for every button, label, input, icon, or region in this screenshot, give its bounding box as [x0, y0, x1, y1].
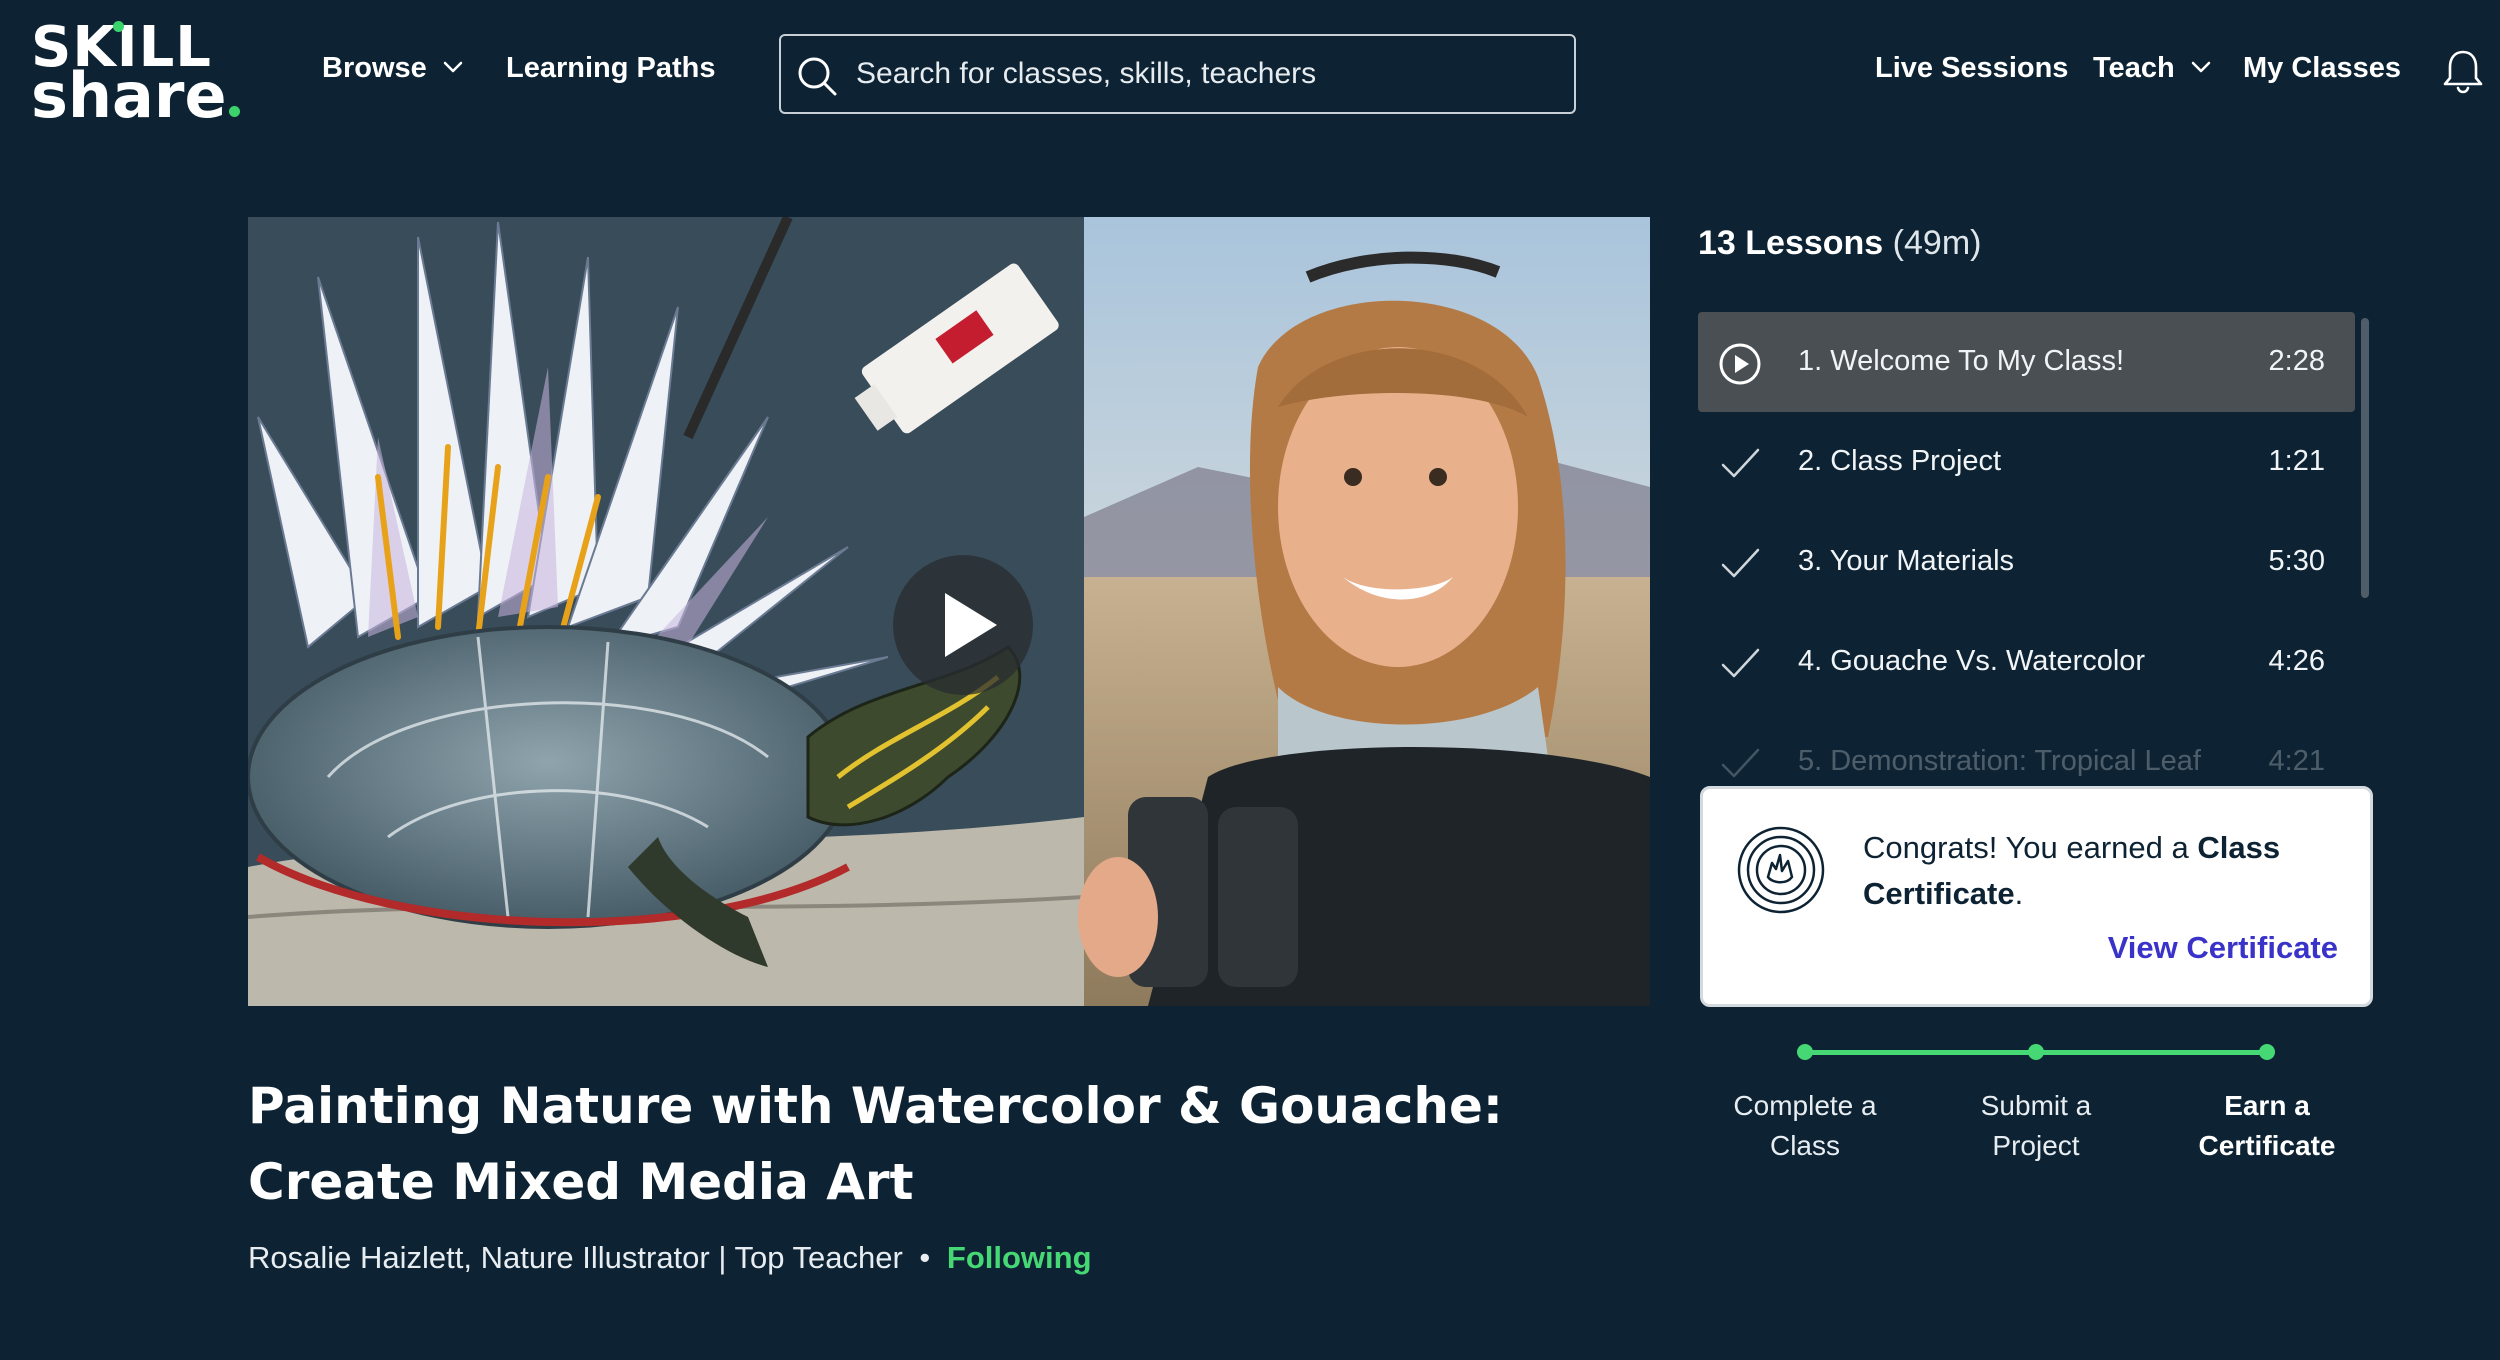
class-title: Painting Nature with Watercolor & Gouach…	[248, 1077, 1503, 1211]
lesson-item[interactable]: 2. Class Project 1:21	[1698, 412, 2355, 512]
step-dot-earn-certificate	[2259, 1044, 2275, 1060]
video-player[interactable]	[248, 217, 1650, 1006]
search-icon	[798, 57, 837, 96]
logo-dot	[113, 21, 124, 32]
bell-icon[interactable]	[2442, 48, 2484, 94]
certificate-message-suffix: .	[2014, 876, 2024, 911]
lesson-duration: 4:26	[2268, 645, 2325, 677]
logo-line-2-text: share	[31, 59, 227, 132]
step-earn-certificate: Earn a Certificate	[2157, 1086, 2377, 1166]
certificate-message-prefix: Congrats! You earned a	[1863, 830, 2189, 865]
top-nav: SKILL share Browse Learning Paths Live S…	[0, 0, 2500, 150]
separator: •	[919, 1240, 931, 1275]
step-label-line1: Complete a	[1733, 1090, 1877, 1121]
logo-line-2: share	[31, 65, 246, 127]
certificate-badge-icon	[1737, 826, 1825, 914]
checkmark-icon	[1721, 648, 1760, 678]
nav-live-sessions[interactable]: Live Sessions	[1875, 52, 2068, 85]
step-dot-submit-project	[2028, 1044, 2044, 1060]
checkmark-icon	[1721, 548, 1760, 578]
logo-period-dot	[228, 106, 240, 117]
lesson-title: 1. Welcome To My Class!	[1798, 345, 2125, 377]
lesson-title: 2. Class Project	[1798, 445, 2002, 477]
lessons-total-duration: (49m)	[1892, 224, 1982, 262]
view-certificate-link[interactable]: View Certificate	[2108, 930, 2338, 966]
search-input[interactable]	[856, 36, 1556, 112]
lesson-duration: 5:30	[2268, 545, 2325, 577]
lesson-title: 4. Gouache Vs. Watercolor	[1798, 645, 2146, 677]
step-label-line2: Class	[1769, 1130, 1840, 1161]
lesson-title: 3. Your Materials	[1798, 545, 2015, 577]
nav-learning-paths[interactable]: Learning Paths	[506, 52, 716, 85]
step-label-line1: Submit a	[1980, 1090, 2092, 1121]
chevron-down-icon	[2191, 62, 2210, 73]
certificate-card: Congrats! You earned a Class Certificate…	[1700, 786, 2373, 1007]
chevron-down-icon	[443, 62, 463, 73]
step-label-line2: Certificate	[2198, 1130, 2336, 1161]
certificate-message: Congrats! You earned a Class Certificate…	[1863, 825, 2343, 917]
lesson-list-scrollbar[interactable]	[2361, 318, 2369, 598]
step-complete-class: Complete a Class	[1695, 1086, 1915, 1166]
checkmark-icon	[1721, 748, 1760, 778]
step-label-line1: Earn a	[2224, 1090, 2310, 1121]
lesson-title: 5. Demonstration: Tropical Leaf	[1798, 745, 2201, 777]
search-bar[interactable]	[779, 34, 1576, 114]
lesson-item[interactable]: 1. Welcome To My Class! 2:28	[1698, 312, 2355, 412]
lessons-header: 13 Lessons (49m)	[1698, 224, 1981, 263]
step-dot-complete-class	[1797, 1044, 1813, 1060]
skillshare-logo[interactable]: SKILL share	[31, 20, 246, 134]
teacher-line: Rosalie Haizlett, Nature Illustrator | T…	[248, 1240, 1092, 1276]
following-button[interactable]: Following	[947, 1240, 1092, 1275]
step-label-line2: Project	[1992, 1130, 2080, 1161]
nav-browse[interactable]: Browse	[322, 52, 463, 85]
play-circle-icon	[1719, 343, 1761, 385]
nav-browse-label: Browse	[322, 52, 427, 84]
lesson-duration: 2:28	[2268, 345, 2325, 377]
lesson-item[interactable]: 4. Gouache Vs. Watercolor 4:26	[1698, 612, 2355, 712]
play-button[interactable]	[893, 555, 1033, 695]
step-submit-project: Submit a Project	[1926, 1086, 2146, 1166]
lesson-list: 1. Welcome To My Class! 2:28 2. Class Pr…	[1698, 312, 2355, 782]
lesson-item[interactable]: 5. Demonstration: Tropical Leaf 4:21	[1698, 712, 2355, 782]
nav-teach-label: Teach	[2093, 52, 2175, 84]
lessons-count: 13 Lessons	[1698, 224, 1884, 262]
nav-my-classes[interactable]: My Classes	[2243, 52, 2401, 85]
teacher-name[interactable]: Rosalie Haizlett, Nature Illustrator | T…	[248, 1240, 903, 1275]
play-icon	[945, 593, 997, 657]
lesson-item[interactable]: 3. Your Materials 5:30	[1698, 512, 2355, 612]
nav-teach[interactable]: Teach	[2093, 52, 2211, 85]
checkmark-icon	[1721, 448, 1760, 478]
lesson-duration: 4:21	[2268, 745, 2325, 777]
lesson-duration: 1:21	[2268, 445, 2325, 477]
